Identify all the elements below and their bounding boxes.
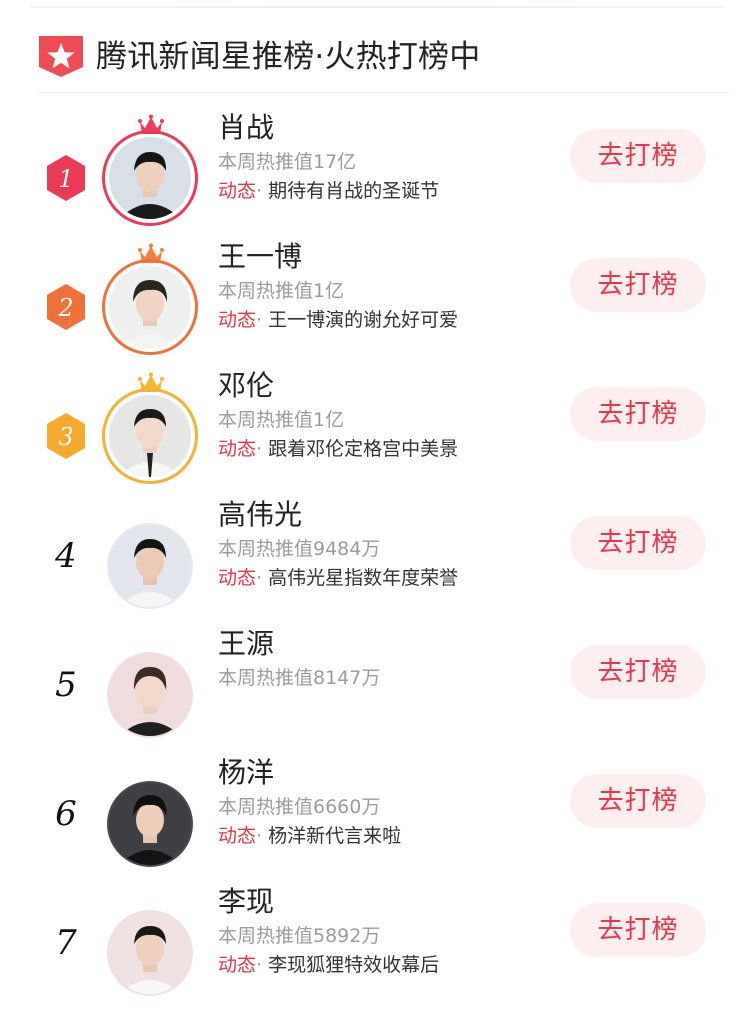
- star-name[interactable]: 杨洋: [218, 755, 274, 791]
- portrait-image: [109, 912, 191, 994]
- heat-value: 本周热推值1亿: [218, 280, 345, 302]
- rank-3-badge-icon: 3: [47, 413, 85, 459]
- ranking-header: 腾讯新闻星推榜·火热打榜中: [36, 33, 725, 77]
- dynamic-line[interactable]: 动态· 杨洋新代言来啦: [218, 823, 401, 849]
- heat-value: 本周热推值6660万: [218, 796, 381, 818]
- rank-2-number: 2: [57, 294, 73, 322]
- dynamic-text: 杨洋新代言来啦: [268, 825, 402, 847]
- header-divider: [36, 92, 729, 93]
- dynamic-line[interactable]: 动态· 期待有肖战的圣诞节: [218, 178, 439, 204]
- portrait-image: [109, 137, 191, 219]
- vote-button[interactable]: 去打榜: [570, 387, 706, 441]
- vote-button[interactable]: 去打榜: [570, 516, 706, 570]
- heat-value: 本周热推值1亿: [218, 409, 345, 431]
- portrait-image: [109, 783, 191, 865]
- heat-value: 本周热推值9484万: [218, 538, 381, 560]
- avatar-3[interactable]: [102, 372, 198, 484]
- star-name[interactable]: 邓伦: [218, 368, 274, 404]
- portrait-image: [109, 395, 191, 477]
- dynamic-tag: 动态: [218, 954, 257, 976]
- heat-value: 本周热推值5892万: [218, 925, 381, 947]
- vote-button[interactable]: 去打榜: [570, 129, 706, 183]
- star-name[interactable]: 王一博: [218, 239, 302, 275]
- star-name[interactable]: 李现: [218, 884, 274, 920]
- star-shield-icon: [39, 36, 83, 77]
- ranking-row-6[interactable]: 6 杨洋 本周热推值6660万 动态· 杨洋新代言来啦 去打榜: [0, 751, 755, 880]
- dynamic-tag: 动态: [218, 309, 257, 331]
- ranking-row-1[interactable]: 1 肖战 本周热推值17亿 动态· 期待有肖战的圣诞节 去打榜: [0, 106, 755, 235]
- avatar-2[interactable]: [102, 243, 198, 355]
- rank-3-number: 3: [58, 423, 73, 451]
- ranking-title: 腾讯新闻星推榜·火热打榜中: [96, 39, 481, 75]
- avatar-6[interactable]: [102, 775, 198, 871]
- portrait-image: [109, 525, 191, 607]
- dynamic-line[interactable]: 动态· 李现狐狸特效收幕后: [218, 952, 439, 978]
- ranking-row-5[interactable]: 5 王源 本周热推值8147万 去打榜: [0, 622, 755, 751]
- star-name[interactable]: 肖战: [218, 110, 274, 146]
- rank-number: 4: [55, 536, 77, 576]
- vote-button[interactable]: 去打榜: [570, 258, 706, 312]
- star-name[interactable]: 王源: [218, 626, 274, 662]
- vote-button[interactable]: 去打榜: [570, 774, 706, 828]
- dynamic-text: 期待有肖战的圣诞节: [268, 180, 440, 202]
- rank-number: 6: [55, 794, 77, 834]
- dynamic-tag: 动态: [218, 438, 257, 460]
- dynamic-text: 王一博演的谢允好可爱: [268, 309, 459, 331]
- rank-number: 7: [55, 923, 77, 963]
- dynamic-tag: 动态: [218, 825, 257, 847]
- heat-value: 本周热推值17亿: [218, 151, 357, 173]
- portrait-image: [109, 266, 191, 348]
- star-name[interactable]: 高伟光: [218, 497, 302, 533]
- ranking-row-2[interactable]: 2 王一博 本周热推值1亿 动态· 王一博演的谢允好可爱 去打榜: [0, 235, 755, 364]
- avatar-7[interactable]: [102, 904, 198, 1000]
- avatar-4[interactable]: [102, 517, 198, 613]
- dynamic-text: 跟着邓伦定格宫中美景: [268, 438, 459, 460]
- top-divider: [30, 6, 725, 8]
- dynamic-line[interactable]: 动态· 高伟光星指数年度荣誉: [218, 565, 458, 591]
- dynamic-text: 高伟光星指数年度荣誉: [268, 567, 459, 589]
- dynamic-text: 李现狐狸特效收幕后: [268, 954, 440, 976]
- rank-1-number: 1: [58, 165, 73, 193]
- portrait-image: [109, 654, 191, 736]
- ranking-row-3[interactable]: 3 邓伦 本周热推值1亿 动态· 跟着邓伦定格宫中美景 去打榜: [0, 364, 755, 493]
- ranking-row-4[interactable]: 4 高伟光 本周热推值9484万 动态· 高伟光星指数年度荣誉 去打榜: [0, 493, 755, 622]
- vote-button[interactable]: 去打榜: [570, 645, 706, 699]
- avatar-5[interactable]: [102, 646, 198, 742]
- rank-1-badge-icon: 1: [47, 155, 85, 201]
- rank-number: 5: [55, 665, 77, 705]
- avatar-1[interactable]: [102, 114, 198, 226]
- rank-2-badge-icon: 2: [47, 284, 85, 330]
- heat-value: 本周热推值8147万: [218, 667, 381, 689]
- vote-button[interactable]: 去打榜: [570, 903, 706, 957]
- dynamic-tag: 动态: [218, 567, 257, 589]
- dynamic-line[interactable]: 动态· 王一博演的谢允好可爱: [218, 307, 458, 333]
- ranking-row-7[interactable]: 7 李现 本周热推值5892万 动态· 李现狐狸特效收幕后 去打榜: [0, 880, 755, 1009]
- dynamic-line[interactable]: 动态· 跟着邓伦定格宫中美景: [218, 436, 458, 462]
- dynamic-tag: 动态: [218, 180, 257, 202]
